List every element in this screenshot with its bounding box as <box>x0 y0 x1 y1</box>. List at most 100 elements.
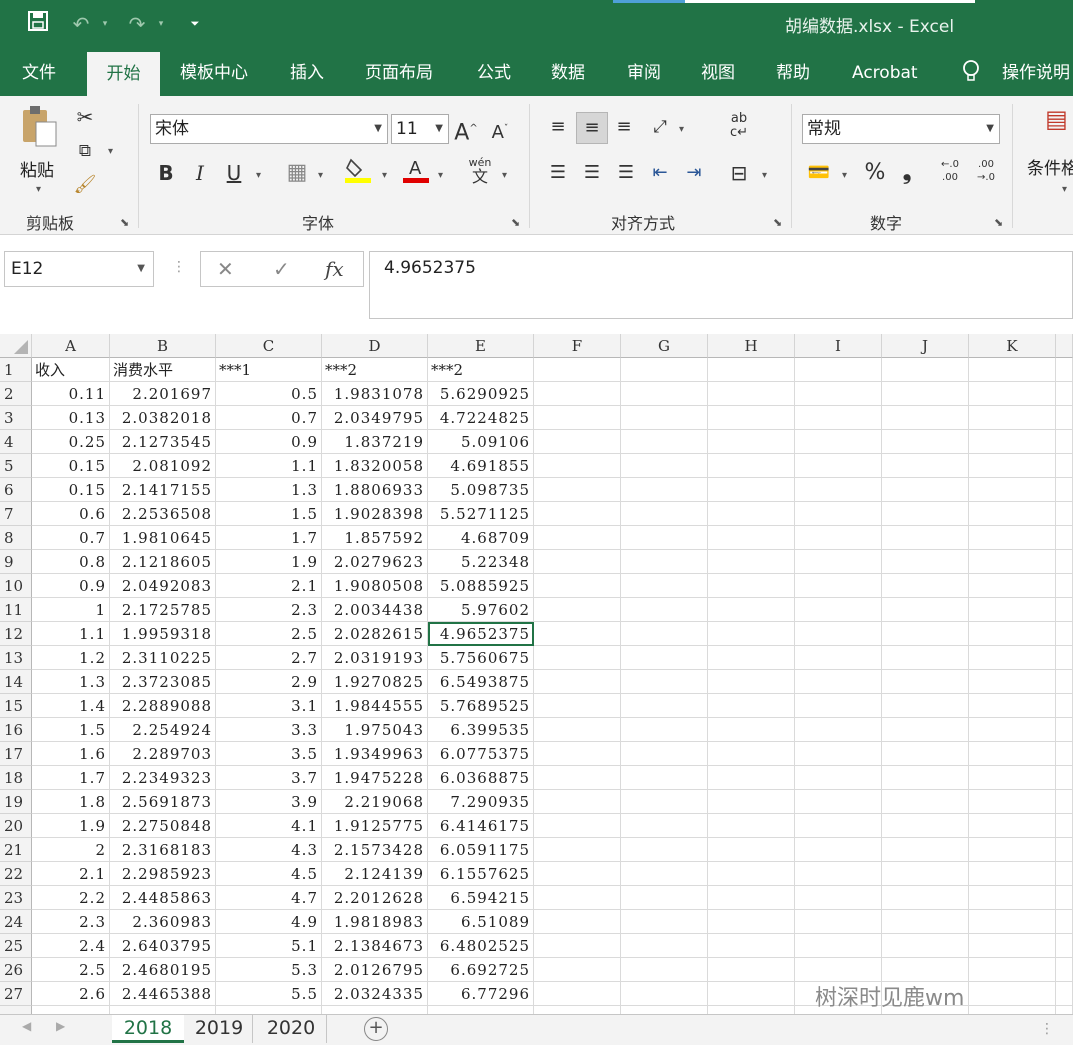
grid-cell[interactable] <box>969 622 1056 646</box>
grid-cell[interactable] <box>621 886 708 910</box>
grid-cell[interactable] <box>1056 718 1073 742</box>
lightbulb-icon[interactable] <box>962 50 988 96</box>
grid-cell[interactable]: 5.5 <box>216 982 322 1006</box>
row-header[interactable]: 7 <box>0 502 32 526</box>
merge-center-icon[interactable]: ⊟ <box>724 158 754 188</box>
grid-cell[interactable]: 4.7224825 <box>428 406 534 430</box>
sheet-tab-2020[interactable]: 2020 <box>256 1015 327 1043</box>
paste-icon[interactable] <box>18 104 62 152</box>
grid-cell[interactable]: 1.857592 <box>322 526 428 550</box>
align-bottom-icon[interactable]: ≡ <box>610 112 638 142</box>
number-format-select[interactable]: 常规 ▼ <box>802 114 1000 144</box>
grid-cell[interactable] <box>882 742 969 766</box>
grid-cell[interactable] <box>621 958 708 982</box>
grid-cell[interactable]: 2.9 <box>216 670 322 694</box>
grid-cell[interactable]: 3.9 <box>216 790 322 814</box>
column-header-K[interactable]: K <box>969 334 1056 358</box>
grid-cell[interactable] <box>1056 646 1073 670</box>
grid-cell[interactable] <box>795 718 882 742</box>
grid-cell[interactable]: 2.2985923 <box>110 862 216 886</box>
grid-cell[interactable] <box>708 814 795 838</box>
grid-cell[interactable] <box>882 598 969 622</box>
row-header[interactable]: 13 <box>0 646 32 670</box>
grid-cell[interactable] <box>969 526 1056 550</box>
grid-cell[interactable]: 1.9028398 <box>322 502 428 526</box>
grid-cell[interactable]: 2.254924 <box>110 718 216 742</box>
column-header-I[interactable]: I <box>795 334 882 358</box>
grid-cell[interactable] <box>969 886 1056 910</box>
grid-cell[interactable] <box>708 766 795 790</box>
grid-cell[interactable]: 4.1 <box>216 814 322 838</box>
align-top-icon[interactable]: ≡ <box>544 112 572 142</box>
grid-cell[interactable] <box>969 790 1056 814</box>
grid-cell[interactable] <box>969 982 1056 1006</box>
grid-cell[interactable]: 3.5 <box>216 742 322 766</box>
grid-cell[interactable]: 2.0279623 <box>322 550 428 574</box>
grid-cell[interactable] <box>795 478 882 502</box>
grid-cell[interactable]: 2.4485863 <box>110 886 216 910</box>
grid-cell[interactable]: 2.7 <box>216 646 322 670</box>
column-header-A[interactable]: A <box>32 334 110 358</box>
grid-cell[interactable] <box>708 598 795 622</box>
grid-cell[interactable]: 2.0282615 <box>322 622 428 646</box>
enter-icon[interactable]: ✓ <box>273 252 290 286</box>
grid-cell[interactable] <box>621 934 708 958</box>
grid-cell[interactable] <box>1056 670 1073 694</box>
save-icon[interactable] <box>24 10 52 38</box>
customize-quick-access-icon[interactable]: ⏷ <box>186 10 204 38</box>
number-launcher-icon[interactable]: ⬊ <box>994 216 1003 229</box>
grid-cell[interactable] <box>1056 1006 1073 1014</box>
grid-cell[interactable] <box>534 766 621 790</box>
grid-cell[interactable]: 1.9475228 <box>322 766 428 790</box>
grid-cell[interactable] <box>1056 934 1073 958</box>
grid-cell[interactable]: 4.691855 <box>428 454 534 478</box>
grid-cell[interactable] <box>708 454 795 478</box>
grid-cell[interactable]: 2.1 <box>32 862 110 886</box>
conditional-formatting-button[interactable]: 条件格 <box>1027 154 1073 179</box>
grid-cell[interactable] <box>795 406 882 430</box>
grid-cell[interactable]: 2.0349795 <box>322 406 428 430</box>
grid-cell[interactable]: 2.3110225 <box>110 646 216 670</box>
grid-cell[interactable]: 2.1273545 <box>110 430 216 454</box>
undo-dropdown-icon[interactable]: ▾ <box>98 10 112 38</box>
grid-cell[interactable] <box>969 862 1056 886</box>
grid-cell[interactable] <box>708 430 795 454</box>
row-header[interactable]: 18 <box>0 766 32 790</box>
grid-cell[interactable] <box>534 526 621 550</box>
grid-cell[interactable] <box>795 934 882 958</box>
tab-insert[interactable]: 插入 <box>290 50 324 96</box>
grid-cell[interactable] <box>708 838 795 862</box>
grid-cell[interactable]: 2.6 <box>32 982 110 1006</box>
grid-cell[interactable]: 5.0885925 <box>428 574 534 598</box>
undo-icon[interactable]: ↶ <box>66 10 96 38</box>
grid-cell[interactable]: 0.7 <box>32 526 110 550</box>
clipboard-launcher-icon[interactable]: ⬊ <box>120 216 129 229</box>
grid-cell[interactable] <box>534 886 621 910</box>
grid-cell[interactable] <box>969 910 1056 934</box>
grid-cell[interactable]: 2.2349323 <box>110 766 216 790</box>
new-sheet-icon[interactable]: + <box>364 1017 388 1041</box>
grid-cell[interactable]: 3.1 <box>216 694 322 718</box>
grid-cell[interactable]: 6.594215 <box>428 886 534 910</box>
phonetic-icon[interactable]: wén 文 <box>466 156 494 186</box>
percent-style-button[interactable]: % <box>862 158 888 188</box>
row-header[interactable]: 16 <box>0 718 32 742</box>
row-header[interactable] <box>0 1006 32 1014</box>
grid-cell[interactable]: 3.7 <box>216 766 322 790</box>
grid-cell[interactable]: 2.3723085 <box>110 670 216 694</box>
grid-cell[interactable] <box>708 478 795 502</box>
grid-cell[interactable] <box>621 454 708 478</box>
select-all-corner[interactable] <box>0 334 32 358</box>
grid-cell[interactable]: 6.0591175 <box>428 838 534 862</box>
grid-cell[interactable]: 1.9270825 <box>322 670 428 694</box>
grid-cell[interactable] <box>882 910 969 934</box>
grid-cell[interactable] <box>1056 862 1073 886</box>
accounting-format-icon[interactable]: 💳 <box>804 158 834 188</box>
grid-cell[interactable]: 1.9 <box>32 814 110 838</box>
grid-cell[interactable] <box>708 1006 795 1014</box>
row-header[interactable]: 19 <box>0 790 32 814</box>
grid-cell[interactable]: 2.1573428 <box>322 838 428 862</box>
grid-cell[interactable] <box>534 550 621 574</box>
grid-cell[interactable] <box>882 550 969 574</box>
grid-cell[interactable] <box>795 526 882 550</box>
